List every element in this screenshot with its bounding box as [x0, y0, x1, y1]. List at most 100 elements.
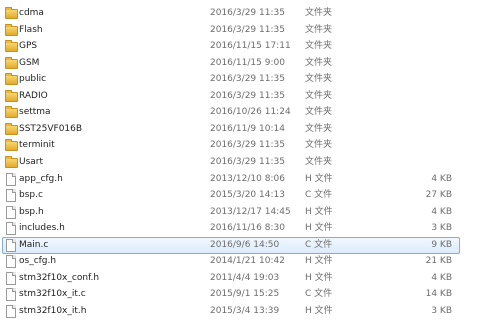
file-type: C 文件 [305, 190, 333, 201]
folder-icon [5, 40, 18, 53]
file-type: C 文件 [305, 289, 333, 300]
folder-icon [5, 73, 18, 86]
modified-date: 2016/11/15 9:00 [210, 57, 285, 68]
file-size [380, 5, 452, 21]
file-type: 文件夹 [305, 24, 333, 35]
folder-icon [5, 156, 18, 168]
file-name: settma [19, 107, 51, 118]
file-size [380, 88, 452, 104]
folder-row[interactable]: SST25VF016B 2016/11/9 10:14 文件夹 [0, 121, 470, 137]
folder-row[interactable]: GPS 2016/11/15 17:11 文件夹 [0, 38, 470, 54]
file-name: GSM [19, 57, 40, 68]
file-name: stm32f10x_conf.h [19, 272, 100, 283]
file-name: bsp.c [19, 190, 43, 201]
folder-row[interactable]: GSM 2016/11/15 9:00 文件夹 [0, 55, 470, 71]
folder-icon [5, 122, 18, 135]
file-icon [6, 205, 16, 219]
file-type: 文件夹 [305, 123, 333, 134]
icon-cell [4, 38, 18, 54]
icon-cell [4, 71, 18, 87]
file-size: 3 KB [431, 223, 452, 234]
folder-row[interactable]: terminit 2016/3/29 11:35 文件夹 [0, 137, 470, 153]
modified-date: 2015/3/20 14:13 [210, 190, 285, 201]
file-row[interactable]: bsp.h 2013/12/17 14:45 H 文件 4 KB [0, 204, 470, 220]
file-icon [6, 172, 16, 186]
modified-date: 2016/3/29 11:35 [210, 157, 285, 167]
file-name: Usart [19, 157, 44, 167]
file-type: 文件夹 [305, 107, 333, 118]
icon-cell [4, 5, 18, 21]
file-size: 21 KB [425, 256, 452, 267]
file-row[interactable]: Main.c 2016/9/6 14:50 C 文件 9 KB [0, 236, 470, 254]
file-size: 9 KB [431, 239, 452, 250]
file-type: 文件夹 [305, 8, 333, 18]
modified-date: 2014/1/21 10:42 [210, 256, 285, 267]
folder-row[interactable]: Flash 2016/3/29 11:35 文件夹 [0, 22, 470, 38]
modified-date: 2016/9/6 14:50 [210, 239, 280, 250]
file-row[interactable]: os_cfg.h 2014/1/21 10:42 H 文件 21 KB [0, 253, 470, 269]
file-type: C 文件 [305, 239, 333, 250]
file-icon [6, 288, 16, 302]
modified-date: 2011/4/4 19:03 [210, 272, 280, 283]
file-icon [6, 271, 16, 285]
file-type: H 文件 [305, 223, 333, 234]
file-name: cdma [19, 8, 44, 18]
file-name: os_cfg.h [19, 256, 57, 267]
file-name: stm32f10x_it.h [19, 305, 87, 316]
file-size [380, 104, 452, 120]
folder-row[interactable]: cdma 2016/3/29 11:35 文件夹 [0, 5, 470, 21]
folder-row[interactable]: settma 2016/10/26 11:24 文件夹 [0, 104, 470, 120]
file-name: SST25VF016B [19, 123, 83, 134]
modified-date: 2015/3/4 13:39 [210, 305, 280, 316]
file-type: 文件夹 [305, 140, 333, 151]
folder-icon [5, 139, 18, 152]
icon-cell [4, 253, 18, 269]
modified-date: 2016/3/29 11:35 [210, 24, 285, 35]
file-row[interactable]: bsp.c 2015/3/20 14:13 C 文件 27 KB [0, 187, 470, 203]
modified-date: 2016/3/29 11:35 [210, 8, 285, 18]
modified-date: 2013/12/17 14:45 [210, 206, 291, 217]
icon-cell [4, 303, 18, 319]
file-size [380, 154, 452, 170]
file-name: Flash [19, 24, 43, 35]
file-row[interactable]: stm32f10x_it.h 2015/3/4 13:39 H 文件 3 KB [0, 303, 470, 319]
icon-cell [4, 270, 18, 286]
file-row[interactable]: includes.h 2016/11/16 8:30 H 文件 3 KB [0, 220, 470, 236]
file-size: 27 KB [425, 190, 452, 201]
file-type: 文件夹 [305, 157, 333, 167]
icon-cell [4, 204, 18, 220]
file-row[interactable]: stm32f10x_conf.h 2011/4/4 19:03 H 文件 4 KB [0, 270, 470, 286]
folder-icon [5, 23, 18, 36]
modified-date: 2016/3/29 11:35 [210, 74, 285, 85]
folder-row[interactable]: Usart 2016/3/29 11:35 文件夹 [0, 154, 470, 170]
file-type: H 文件 [305, 256, 333, 267]
file-type: 文件夹 [305, 74, 333, 85]
file-size [380, 55, 452, 71]
file-name: app_cfg.h [19, 173, 63, 184]
icon-cell [4, 121, 18, 137]
folder-row[interactable]: RADIO 2016/3/29 11:35 文件夹 [0, 88, 470, 104]
file-icon [6, 238, 16, 252]
folder-icon [5, 56, 18, 69]
icon-cell [4, 55, 18, 71]
folder-icon [5, 106, 18, 119]
icon-cell [4, 88, 18, 104]
modified-date: 2013/12/10 8:06 [210, 173, 285, 184]
file-size [380, 22, 452, 38]
modified-date: 2016/11/16 8:30 [210, 223, 285, 234]
file-size [380, 71, 452, 87]
file-type: H 文件 [305, 206, 333, 217]
file-name: public [19, 74, 47, 85]
icon-cell [4, 137, 18, 153]
file-icon [6, 222, 16, 236]
icon-cell [4, 220, 18, 236]
file-type: H 文件 [305, 305, 333, 316]
icon-cell [4, 171, 18, 187]
file-list: cdma 2016/3/29 11:35 文件夹 Flash 2016/3/29 11:… [0, 0, 500, 332]
file-name: bsp.h [19, 206, 44, 217]
file-size [380, 121, 452, 137]
folder-row[interactable]: public 2016/3/29 11:35 文件夹 [0, 71, 470, 87]
file-size: 4 KB [431, 206, 452, 217]
file-row[interactable]: app_cfg.h 2013/12/10 8:06 H 文件 4 KB [0, 171, 470, 187]
file-row[interactable]: stm32f10x_it.c 2015/9/1 15:25 C 文件 14 KB [0, 286, 470, 302]
